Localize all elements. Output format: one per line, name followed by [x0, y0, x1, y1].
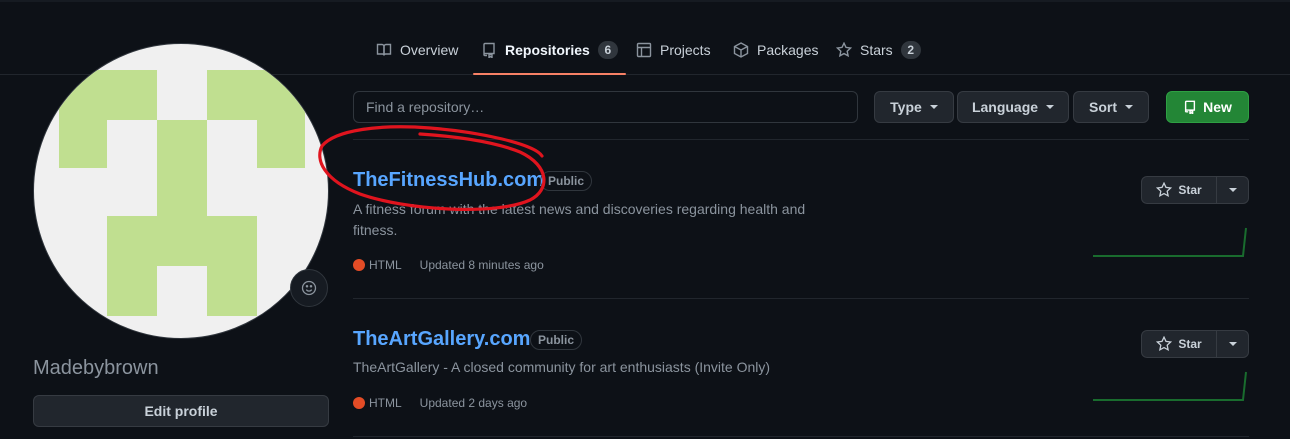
type-filter-label: Type: [890, 99, 922, 115]
tab-label: Stars: [860, 42, 893, 58]
star-icon: [1156, 336, 1173, 352]
star-button-group: Star: [1141, 330, 1249, 358]
type-filter-button[interactable]: Type: [874, 91, 954, 123]
smiley-icon: [301, 280, 317, 296]
repo-icon: [483, 42, 495, 58]
repo-count-badge: 6: [597, 41, 618, 59]
repo-icon: [1185, 100, 1196, 114]
repo-name-link[interactable]: TheFitnessHub.com: [353, 169, 544, 192]
language-filter-label: Language: [971, 99, 1039, 115]
avatar-pattern-block: [107, 70, 157, 120]
caret-down-icon: [1046, 105, 1055, 109]
language-filter-button[interactable]: Language: [957, 91, 1069, 123]
find-repository-input[interactable]: [353, 91, 858, 123]
tab-label: Overview: [400, 42, 459, 58]
star-list-dropdown[interactable]: [1217, 331, 1248, 357]
star-icon: [836, 42, 852, 58]
caret-down-icon: [1228, 188, 1237, 192]
tab-packages[interactable]: Packages: [733, 26, 818, 74]
language-color-dot: [353, 397, 365, 409]
avatar-pattern-block: [107, 216, 257, 266]
star-label: Star: [1178, 183, 1202, 197]
star-list-dropdown[interactable]: [1217, 177, 1248, 203]
list-divider: [353, 139, 1249, 140]
avatar-pattern-block: [107, 266, 157, 316]
activity-sparkline: [1093, 371, 1247, 401]
repo-meta: HTML Updated 8 minutes ago: [353, 258, 544, 272]
repo-description: A fitness forum with the latest news and…: [353, 201, 806, 238]
new-repository-button[interactable]: New: [1166, 91, 1249, 123]
sort-filter-label: Sort: [1089, 99, 1117, 115]
edit-profile-button[interactable]: Edit profile: [33, 395, 329, 427]
table-icon: [636, 42, 652, 58]
list-divider: [353, 298, 1249, 299]
activity-sparkline: [1093, 227, 1247, 257]
repo-language: HTML: [369, 396, 402, 410]
tab-label: Packages: [757, 42, 819, 58]
avatar[interactable]: [33, 43, 329, 339]
star-button[interactable]: Star: [1142, 331, 1217, 357]
repo-meta: HTML Updated 2 days ago: [353, 396, 527, 410]
repo-language: HTML: [369, 258, 402, 272]
avatar-pattern-block: [59, 70, 107, 168]
repo-updated: Updated 2 days ago: [419, 396, 528, 410]
package-icon: [733, 42, 749, 58]
header-border: [0, 0, 1290, 2]
star-button[interactable]: Star: [1142, 177, 1217, 203]
star-icon: [1156, 182, 1173, 198]
new-button-label: New: [1203, 99, 1232, 115]
caret-down-icon: [1228, 342, 1237, 346]
stars-count-badge: 2: [900, 41, 921, 59]
language-color-dot: [353, 259, 365, 271]
tab-projects[interactable]: Projects: [636, 26, 711, 74]
list-divider: [353, 436, 1249, 437]
star-button-group: Star: [1141, 176, 1249, 204]
caret-down-icon: [929, 105, 938, 109]
tab-repositories[interactable]: Repositories 6: [473, 26, 626, 75]
visibility-badge: Public: [540, 171, 593, 191]
sort-filter-button[interactable]: Sort: [1073, 91, 1149, 123]
avatar-pattern-block: [207, 70, 257, 120]
star-label: Star: [1178, 337, 1202, 351]
caret-down-icon: [1125, 105, 1133, 109]
visibility-badge: Public: [530, 330, 583, 350]
set-status-button[interactable]: [290, 269, 328, 307]
tab-label: Projects: [660, 42, 711, 58]
tab-label: Repositories: [505, 42, 590, 58]
avatar-pattern-block: [157, 120, 207, 220]
avatar-pattern-block: [207, 266, 257, 316]
book-icon: [376, 43, 392, 56]
avatar-pattern-block: [257, 70, 305, 168]
repo-name-link[interactable]: TheArtGallery.com: [353, 328, 530, 351]
profile-username: Madebybrown: [33, 357, 159, 379]
tab-overview[interactable]: Overview: [376, 26, 458, 74]
repo-description: TheArtGallery - A closed community for a…: [353, 359, 771, 375]
tab-stars[interactable]: Stars 2: [836, 26, 921, 74]
repo-updated: Updated 8 minutes ago: [419, 258, 544, 272]
